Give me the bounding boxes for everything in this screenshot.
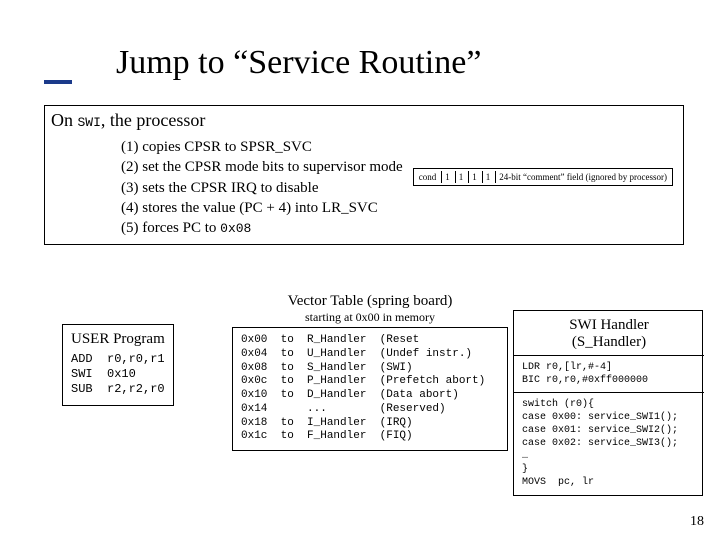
vector-table-group: Vector Table (spring board) starting at … <box>232 293 508 451</box>
handler-title: SWI Handler (S_Handler) <box>522 317 696 350</box>
user-program-box: USER Program ADD r0,r0,r1 SWI 0x10 SUB r… <box>62 324 174 406</box>
accent-bar <box>44 80 72 84</box>
enc-b3: 1 <box>468 171 480 183</box>
page-number: 18 <box>690 514 704 530</box>
user-program-label: USER Program <box>71 331 165 348</box>
enc-cond: cond <box>416 171 440 183</box>
intro-post: , the processor <box>101 110 205 130</box>
vector-head2: starting at 0x00 in memory <box>232 310 508 325</box>
step-5: (5) forces PC to 0x08 <box>121 218 677 238</box>
vector-table-code: 0x00 to R_Handler (Reset 0x04 to U_Handl… <box>241 334 499 444</box>
step-1: (1) copies CPSR to SPSR_SVC <box>121 137 677 157</box>
vector-head1: Vector Table (spring board) <box>232 293 508 310</box>
enc-b1: 1 <box>441 171 453 183</box>
swi-encoding-diagram: cond 1 1 1 1 24-bit “comment” field (ign… <box>413 168 673 186</box>
intro-line: On SWI, the processor <box>51 110 677 131</box>
user-program-code: ADD r0,r0,r1 SWI 0x10 SUB r2,r2,r0 <box>71 352 165 397</box>
enc-b2: 1 <box>455 171 467 183</box>
step-5-text: (5) forces PC to <box>121 220 220 236</box>
divider-2 <box>514 392 704 393</box>
intro-swi: SWI <box>78 115 101 130</box>
handler-setup-code: LDR r0,[lr,#-4] BIC r0,r0,#0xff000000 <box>522 361 696 387</box>
handler-title-1: SWI Handler <box>569 317 649 333</box>
divider-1 <box>514 355 704 356</box>
handler-body-code: switch (r0){ case 0x00: service_SWI1(); … <box>522 398 696 489</box>
page-title: Jump to “Service Routine” <box>116 44 481 82</box>
handler-title-2: (S_Handler) <box>572 334 646 350</box>
enc-comment: 24-bit “comment” field (ignored by proce… <box>495 171 670 183</box>
enc-b4: 1 <box>482 171 494 183</box>
step-5-code: 0x08 <box>220 221 251 236</box>
step-4: (4) stores the value (PC + 4) into LR_SV… <box>121 198 677 218</box>
steps-list: (1) copies CPSR to SPSR_SVC (2) set the … <box>121 137 677 238</box>
vector-table-box: 0x00 to R_Handler (Reset 0x04 to U_Handl… <box>232 327 508 451</box>
swi-handler-box: SWI Handler (S_Handler) LDR r0,[lr,#-4] … <box>513 310 703 496</box>
processor-actions-box: On SWI, the processor (1) copies CPSR to… <box>44 105 684 245</box>
intro-pre: On <box>51 110 78 130</box>
